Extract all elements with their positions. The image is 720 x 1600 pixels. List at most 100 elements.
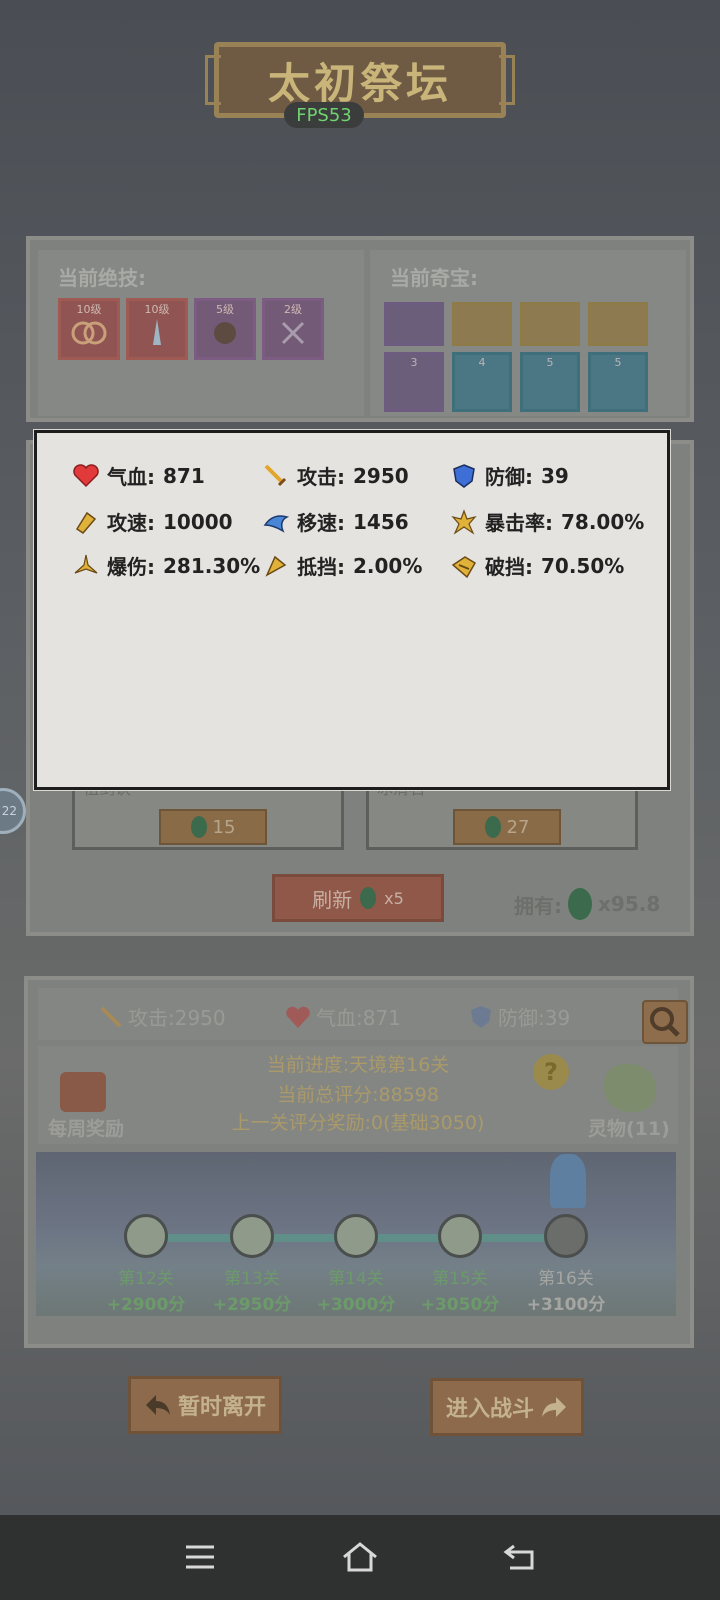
- system-nav-bar: [0, 1515, 720, 1600]
- stage-node[interactable]: [334, 1214, 378, 1258]
- stage-score: +3050分: [420, 1295, 500, 1315]
- block-icon: [263, 553, 289, 579]
- menu-icon: [186, 1545, 214, 1569]
- refresh-label: 刷新: [312, 887, 353, 912]
- stage-score: +3000分: [316, 1295, 396, 1315]
- treasure-slot[interactable]: 4: [452, 352, 512, 412]
- attr-attack: 攻击: 2950: [263, 461, 409, 490]
- attr-block: 抵挡: 2.00%: [263, 551, 422, 580]
- skill-slot[interactable]: 10级: [58, 298, 120, 360]
- gem-icon: [568, 888, 592, 920]
- menu-button[interactable]: [176, 1535, 224, 1579]
- shield-icon: [451, 463, 477, 489]
- stage-score: +2950分: [212, 1295, 292, 1315]
- stats-summary: 攻击:2950 气血:871 防御:39: [38, 988, 688, 1044]
- player-avatar: [550, 1154, 586, 1208]
- refresh-button[interactable]: 刷新 x5: [272, 874, 444, 922]
- skills-label: 当前绝技:: [58, 266, 146, 290]
- skill-level: 2级: [284, 303, 302, 316]
- enter-battle-button[interactable]: 进入战斗: [430, 1378, 584, 1436]
- stage-score: +3100分: [526, 1295, 606, 1315]
- attributes-popup: 气血: 871 攻击: 2950 防御: 39 攻速: 10000 移速: 1456 暴击…: [34, 430, 670, 790]
- gem-icon: [484, 816, 501, 838]
- buy-button[interactable]: 15: [159, 809, 267, 845]
- treasure-label: 当前奇宝:: [390, 266, 478, 290]
- refresh-cost: x5: [384, 888, 404, 908]
- back-icon: [503, 1544, 534, 1570]
- ice-sword-icon: [153, 319, 161, 345]
- cost-value: 27: [506, 816, 530, 838]
- fps-counter: FPS53: [284, 102, 364, 128]
- attr-attack-speed: 攻速: 10000: [73, 507, 233, 536]
- weekly-reward-button[interactable]: 每周奖励: [38, 1056, 148, 1152]
- search-button[interactable]: [642, 1000, 688, 1044]
- shield-icon: [471, 1005, 491, 1028]
- owned-label: 拥有:: [514, 893, 562, 918]
- move-speed-icon: [263, 509, 289, 535]
- stage-name: 第15关: [432, 1269, 488, 1289]
- treasure-slot[interactable]: [384, 302, 444, 346]
- attr-break-block: 破挡: 70.50%: [451, 551, 624, 580]
- treasure-slot[interactable]: [588, 302, 648, 346]
- coins-icon: [71, 321, 107, 345]
- meteor-icon: [214, 322, 236, 344]
- stage-name: 第13关: [224, 1269, 280, 1289]
- treasure-slot[interactable]: 3: [384, 352, 444, 412]
- stage-node-current[interactable]: [544, 1214, 588, 1258]
- progress-panel: 攻击:2950 气血:871 防御:39 当前进度:天境第16关 当前总评分:8…: [24, 976, 694, 1348]
- leave-button[interactable]: 暂时离开: [128, 1376, 282, 1434]
- stage-name: 第16关: [538, 1269, 594, 1289]
- fight-label: 进入战斗: [445, 1397, 534, 1422]
- stage-map: 第12关 第13关 第14关 第15关 第16关 +2900分 +2950分 +…: [36, 1152, 676, 1316]
- skill-slot[interactable]: 2级: [262, 298, 324, 360]
- stage-node[interactable]: [230, 1214, 274, 1258]
- owned-amount: x95.8: [598, 892, 661, 916]
- treasure-slot[interactable]: 5: [588, 352, 648, 412]
- gem-icon: [360, 887, 377, 909]
- magnifier-icon: [650, 1007, 680, 1037]
- stage-name: 第14关: [328, 1269, 384, 1289]
- skill-level: 5级: [216, 303, 234, 316]
- attr-crit-damage: 爆伤: 281.30%: [73, 551, 260, 580]
- attr-move-speed: 移速: 1456: [263, 507, 409, 536]
- back-arrow-icon: [145, 1395, 170, 1415]
- owned-gems: 拥有: x95.8: [514, 888, 660, 920]
- treasure-slot[interactable]: [520, 302, 580, 346]
- skill-level: 10级: [76, 303, 102, 316]
- crit-rate-icon: [451, 508, 477, 535]
- weekly-reward-label: 每周奖励: [48, 1118, 125, 1140]
- forward-arrow-icon: [542, 1397, 566, 1417]
- skills-panel: 当前绝技: 10级 10级 5级 2级: [38, 250, 364, 416]
- treasure-chest-icon: [60, 1072, 106, 1112]
- attack-stat: 攻击:2950: [98, 1002, 226, 1031]
- treasure-slot[interactable]: 5: [520, 352, 580, 412]
- stage-node[interactable]: [124, 1214, 168, 1258]
- heart-icon: [73, 463, 99, 489]
- cost-value: 15: [212, 816, 236, 838]
- skill-level: 10级: [144, 303, 170, 316]
- stage-score: +2900分: [106, 1295, 186, 1315]
- attr-crit-rate: 暴击率: 78.00%: [451, 507, 644, 536]
- treasure-panel: 当前奇宝: 3 4 5 5: [370, 250, 686, 416]
- home-icon: [343, 1542, 377, 1572]
- sword-icon: [100, 1006, 122, 1027]
- stage-node[interactable]: [438, 1214, 482, 1258]
- leave-label: 暂时离开: [177, 1395, 266, 1420]
- skill-slot[interactable]: 10级: [126, 298, 188, 360]
- buy-button[interactable]: 27: [453, 809, 561, 845]
- home-button[interactable]: [336, 1535, 384, 1579]
- back-button[interactable]: [496, 1535, 544, 1579]
- treasure-slot[interactable]: [452, 302, 512, 346]
- stage-name: 第12关: [118, 1269, 174, 1289]
- skill-slot[interactable]: 5级: [194, 298, 256, 360]
- help-button[interactable]: ?: [533, 1054, 569, 1090]
- crit-damage-icon: [73, 553, 99, 579]
- hp-stat: 气血:871: [284, 1002, 401, 1031]
- equipment-panel: 当前绝技: 10级 10级 5级 2级 当前奇宝: 3 4 5 5: [26, 236, 694, 422]
- wind-icon: [281, 321, 305, 345]
- attr-defense: 防御: 39: [451, 461, 569, 490]
- gem-icon: [190, 816, 207, 838]
- break-block-icon: [451, 553, 477, 579]
- attack-speed-icon: [73, 509, 99, 535]
- defense-stat: 防御:39: [468, 1002, 570, 1031]
